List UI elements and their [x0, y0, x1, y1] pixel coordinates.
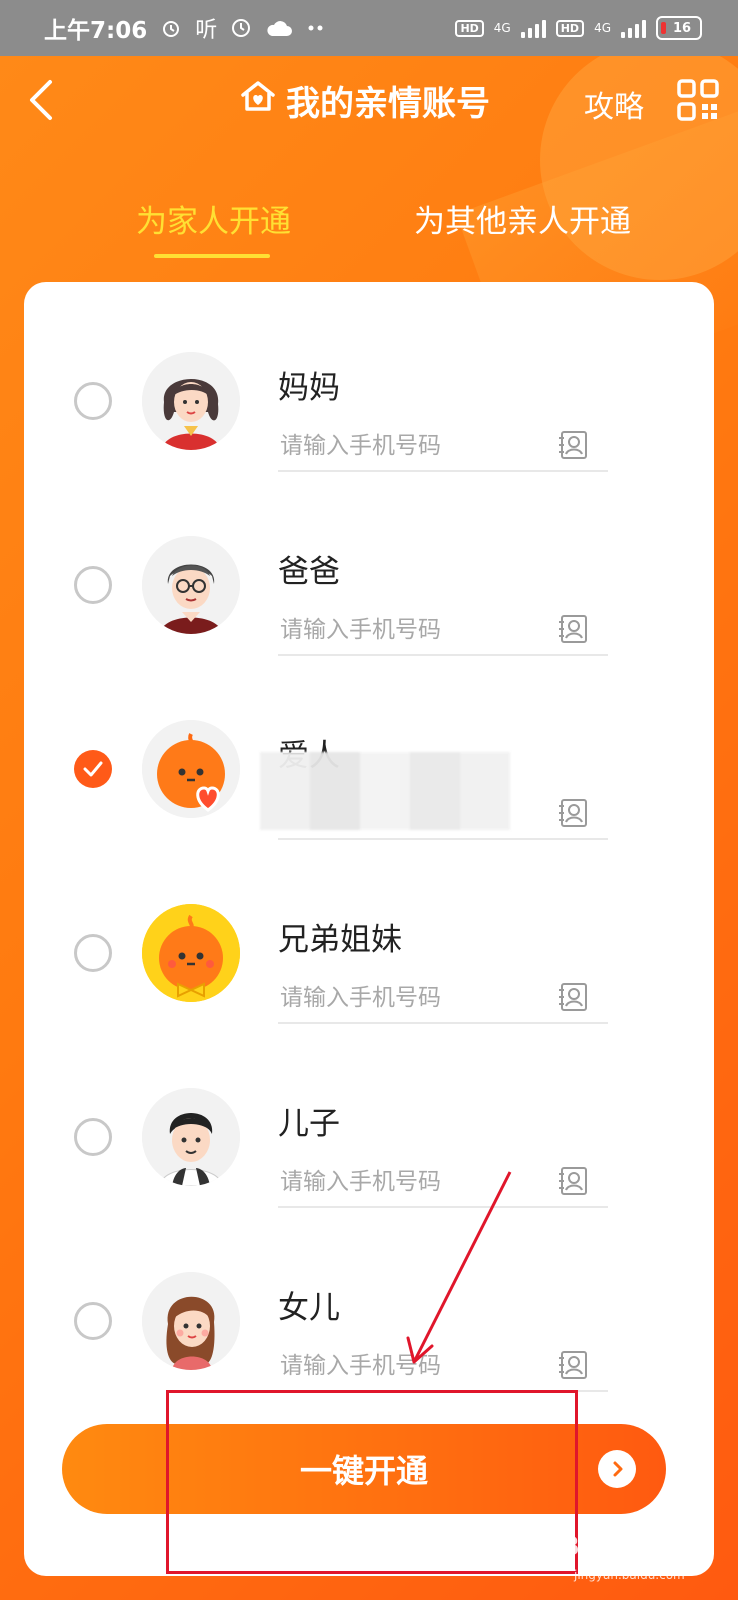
member-name: 兄弟姐妹 [278, 922, 402, 958]
clock-icon [231, 18, 251, 38]
contact-book-icon [559, 1167, 587, 1195]
hd-badge: HD [455, 19, 484, 37]
redacted-phone-number [260, 752, 510, 830]
arrow-right-icon [598, 1450, 636, 1488]
siblings-avatar-icon [142, 904, 240, 1002]
tab-family[interactable]: 为家人开通 [136, 196, 291, 241]
member-row-siblings: 兄弟姐妹 [24, 864, 714, 1051]
member-row-father: 爸爸 [24, 496, 714, 683]
qr-code-icon [677, 79, 719, 121]
alarm-icon [161, 18, 181, 38]
member-row-mother: 妈妈 [24, 312, 714, 499]
daughter-avatar-icon [142, 1272, 240, 1370]
signal-icon [520, 18, 546, 38]
radio-button[interactable] [74, 1302, 112, 1340]
radio-button[interactable] [74, 934, 112, 972]
contacts-button[interactable] [558, 797, 590, 829]
tab-bar: 为家人开通 为其他亲人开通 [0, 196, 738, 266]
qr-code-button[interactable] [676, 78, 720, 122]
back-button[interactable] [20, 70, 70, 130]
annotation-highlight-box [166, 1390, 578, 1574]
father-avatar-icon [142, 536, 240, 634]
checkmark-icon [83, 761, 103, 777]
active-tab-indicator [154, 254, 270, 258]
contact-book-icon [559, 1351, 587, 1379]
network-type: 4G [493, 21, 511, 35]
guide-link[interactable]: 攻略 [584, 82, 644, 126]
baidu-watermark: Baidu经验 [560, 1532, 696, 1562]
radio-button-checked[interactable] [74, 750, 112, 788]
hd-badge: HD [555, 19, 585, 37]
tab-other-relatives[interactable]: 为其他亲人开通 [414, 196, 631, 241]
contacts-button[interactable] [558, 429, 590, 461]
header: 我的亲情账号 攻略 [0, 56, 738, 156]
page-title: 我的亲情账号 [238, 76, 490, 125]
radio-button[interactable] [74, 382, 112, 420]
signal-icon [621, 18, 646, 38]
contacts-button[interactable] [558, 613, 590, 645]
contacts-button[interactable] [558, 1349, 590, 1381]
member-name: 儿子 [278, 1106, 340, 1142]
son-avatar-icon [142, 1088, 240, 1186]
home-heart-icon [238, 76, 278, 125]
battery-icon: 16 [656, 16, 702, 40]
member-row-son: 儿子 [24, 1048, 714, 1235]
more-notifications-icon [307, 24, 325, 32]
listen-app-icon: 听 [195, 18, 218, 43]
member-list-card: 妈妈 请输入手机号码 爸爸 请输入手机号码 兄弟姐妹 请输入手机号码 儿子 请输… [24, 282, 714, 1576]
battery-level: 16 [672, 20, 692, 36]
contact-book-icon [559, 983, 587, 1011]
contacts-button[interactable] [558, 981, 590, 1013]
member-name: 爸爸 [278, 554, 340, 590]
contact-book-icon [559, 799, 587, 827]
spouse-avatar-icon [142, 720, 240, 818]
member-name: 妈妈 [278, 370, 340, 406]
baidu-watermark-url: jingyan.baidu.com [574, 1568, 685, 1582]
contact-book-icon [559, 431, 587, 459]
status-time: 上午7:06 [44, 18, 148, 44]
radio-button[interactable] [74, 1118, 112, 1156]
chevron-left-icon [30, 80, 52, 120]
mother-avatar-icon [142, 352, 240, 450]
radio-button[interactable] [74, 566, 112, 604]
page-title-text: 我的亲情账号 [286, 84, 490, 124]
cloud-icon [265, 18, 293, 38]
member-name: 女儿 [278, 1290, 340, 1326]
status-bar: 上午7:06 听 HD 4G HD 4G 16 [0, 0, 738, 56]
contacts-button[interactable] [558, 1165, 590, 1197]
contact-book-icon [559, 615, 587, 643]
network-type: 4G [594, 21, 611, 35]
